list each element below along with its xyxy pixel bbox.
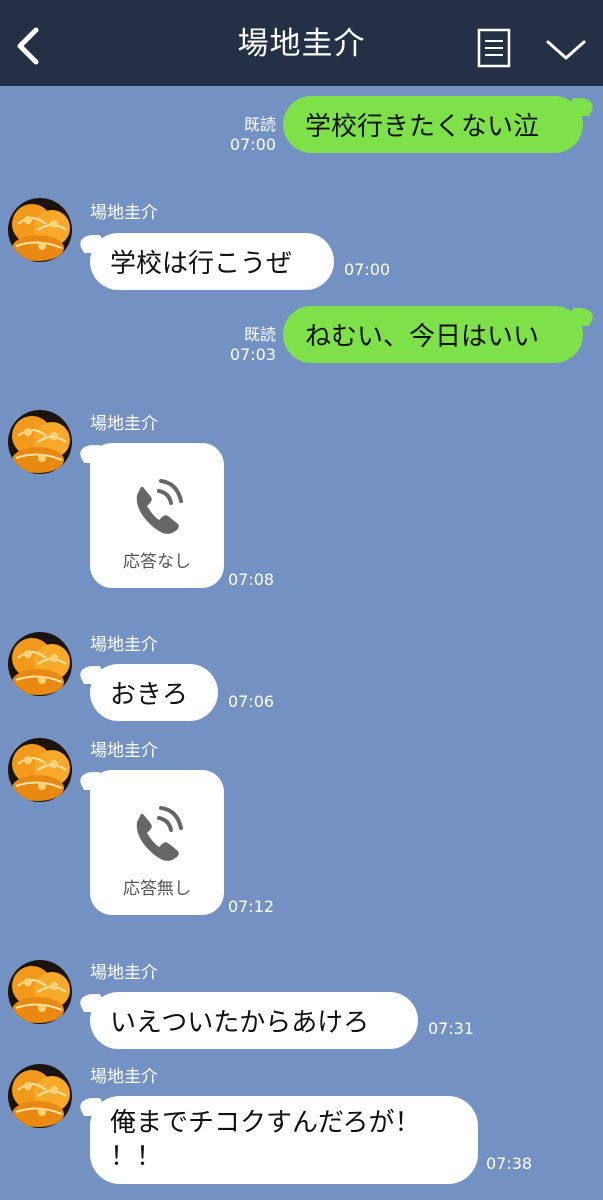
message-time: 07:31 xyxy=(428,1019,475,1038)
message-text: いえついたからあけろ xyxy=(110,1008,370,1038)
sender-name: 場地圭介 xyxy=(90,203,158,223)
read-receipt: 既読 07:03 xyxy=(229,325,276,364)
phone-call-icon xyxy=(136,806,183,861)
call-status-label: 応答無し xyxy=(123,879,191,899)
sender-name: 場地圭介 xyxy=(90,1067,158,1087)
sender-name: 場地圭介 xyxy=(90,635,158,655)
contact-avatar[interactable] xyxy=(8,410,72,474)
sender-name: 場地圭介 xyxy=(90,741,158,761)
sender-name: 場地圭介 xyxy=(90,414,158,434)
message-time: 07:06 xyxy=(228,692,275,711)
received-message-bubble[interactable]: おきろ xyxy=(90,664,218,721)
chat-title: 場地圭介 xyxy=(237,26,366,62)
contact-avatar[interactable] xyxy=(8,632,72,696)
message-time: 07:12 xyxy=(228,897,275,916)
chevron-down-icon[interactable] xyxy=(545,36,587,64)
received-message-bubble[interactable]: 学校は行こうぜ xyxy=(90,233,334,290)
read-receipt: 既読 07:00 xyxy=(229,115,276,154)
chat-header: 場地圭介 xyxy=(0,0,603,86)
contact-avatar[interactable] xyxy=(8,960,72,1024)
message-text: おきろ xyxy=(110,680,189,710)
received-message-bubble[interactable]: 俺までチコクすんだろが！ ！！ xyxy=(90,1096,478,1184)
message-time: 07:38 xyxy=(486,1154,533,1173)
sent-message-bubble[interactable]: ねむい、今日はいい xyxy=(283,306,583,363)
call-status-label: 応答なし xyxy=(123,552,191,572)
message-text: 学校行きたくない泣 xyxy=(305,112,540,142)
sender-name: 場地圭介 xyxy=(90,963,158,983)
received-message-bubble[interactable]: いえついたからあけろ xyxy=(90,992,418,1049)
phone-call-icon xyxy=(136,479,183,534)
missed-call-bubble[interactable]: 応答なし xyxy=(90,443,224,588)
message-text-line: 俺までチコクすんだろが！ xyxy=(110,1108,421,1138)
notes-icon[interactable] xyxy=(476,28,512,68)
contact-avatar[interactable] xyxy=(8,198,72,262)
message-text: 学校は行こうぜ xyxy=(110,249,293,279)
message-text-line: ！！ xyxy=(110,1142,163,1172)
message-text: ねむい、今日はいい xyxy=(305,322,540,352)
contact-avatar[interactable] xyxy=(8,738,72,802)
message-time: 07:00 xyxy=(344,260,391,279)
message-time: 07:08 xyxy=(228,570,275,589)
contact-avatar[interactable] xyxy=(8,1064,72,1128)
sent-message-bubble[interactable]: 学校行きたくない泣 xyxy=(283,96,583,153)
missed-call-bubble[interactable]: 応答無し xyxy=(90,770,224,915)
